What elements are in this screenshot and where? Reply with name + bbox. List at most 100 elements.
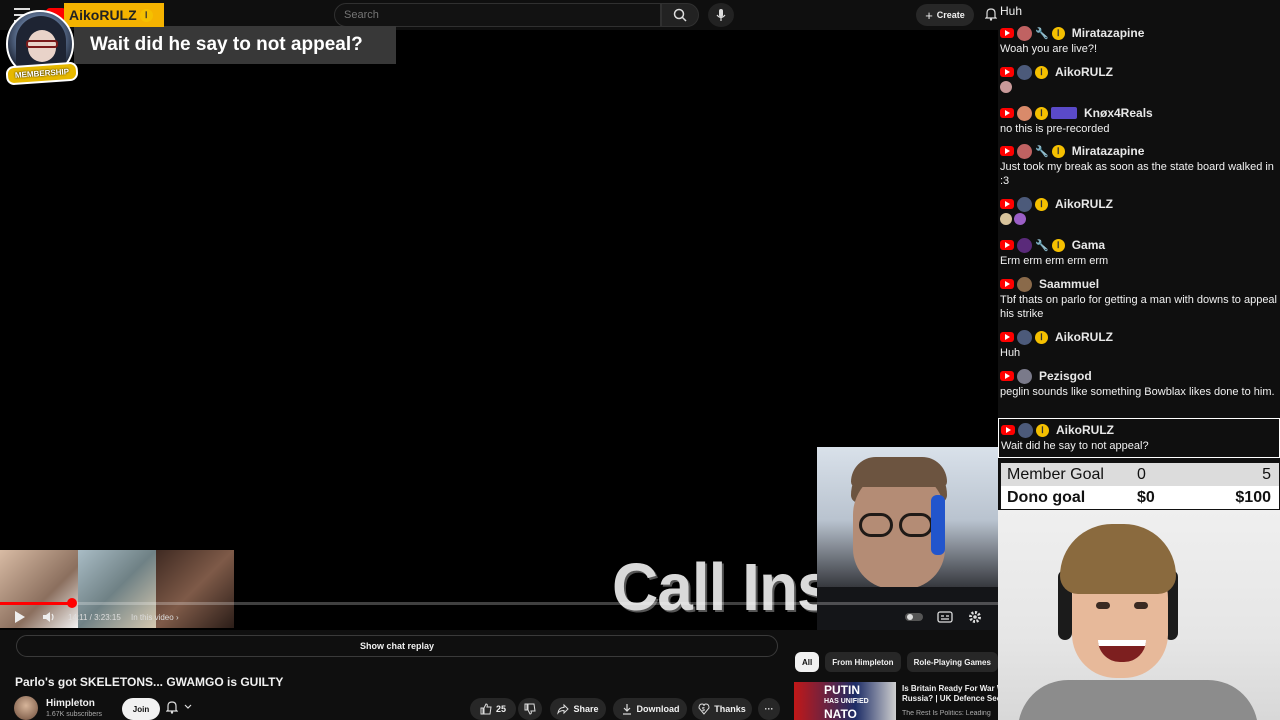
coin-icon: Ⅰ — [1051, 238, 1065, 252]
captions-icon — [937, 611, 953, 623]
miniplayer-button[interactable] — [904, 610, 924, 629]
chip-role-playing-games[interactable]: Role-Playing Games — [906, 652, 998, 672]
member-goal: Member Goal 0 5 — [1001, 463, 1279, 486]
settings-button[interactable] — [968, 610, 982, 629]
chat-author: AikoRULZ — [1056, 423, 1114, 437]
avatar — [1017, 329, 1032, 345]
coin-icon: Ⅰ — [1035, 197, 1048, 211]
notifications-button[interactable] — [984, 7, 998, 26]
coin-icon: Ⅰ — [1035, 330, 1048, 344]
chat-text: peglin sounds like something Bowblax lik… — [1000, 386, 1275, 398]
plus-icon: + — [925, 7, 933, 23]
member-goal-current: 0 — [1137, 466, 1146, 483]
show-chat-replay-button[interactable]: Show chat replay — [16, 635, 778, 657]
coin-icon: Ⅰ — [1035, 106, 1048, 120]
mic-icon — [716, 9, 726, 21]
recommended-title[interactable]: Is Britain Ready For War W Russia? | UK … — [902, 684, 998, 704]
share-button[interactable]: Share — [550, 698, 606, 720]
avatar — [1018, 422, 1033, 438]
chat-text: Woah you are live?! — [1000, 43, 1098, 55]
youtube-icon — [1000, 146, 1014, 156]
avatar — [1017, 105, 1032, 121]
youtube-icon — [1000, 371, 1014, 381]
chat-message: Ⅰ AikoRULZ — [998, 195, 1280, 227]
avatar — [1017, 25, 1032, 41]
dislike-button[interactable] — [518, 698, 542, 720]
play-icon — [15, 611, 25, 623]
chat-text: Wait did he say to not appeal? — [1001, 440, 1149, 452]
like-button[interactable]: 25 — [470, 698, 516, 720]
join-button[interactable]: Join — [122, 698, 160, 720]
avatar — [1017, 64, 1032, 80]
avatar — [1017, 237, 1032, 253]
bell-icon — [166, 701, 178, 714]
coin-icon: Ⅰ — [139, 8, 153, 22]
dono-goal-label: Dono goal — [1007, 489, 1086, 506]
youtube-icon — [1000, 67, 1014, 77]
coin-icon: Ⅰ — [1051, 144, 1065, 158]
member-goal-label: Member Goal — [1007, 466, 1104, 483]
chat-message: 🔧 Ⅰ Miratazapine Just took my break as soo… — [998, 142, 1280, 188]
youtube-icon — [1000, 240, 1014, 250]
reactor-webcam — [998, 510, 1280, 720]
video-player[interactable]: Call Ins 14:11 / 3:23:15 In this video › — [0, 30, 998, 630]
chat-author: Gama — [1071, 238, 1106, 252]
share-label: Share — [573, 704, 599, 714]
youtube-icon — [1000, 108, 1014, 118]
chat-author: AikoRULZ — [1055, 330, 1113, 344]
download-button[interactable]: Download — [613, 698, 687, 720]
thanks-button[interactable]: $ Thanks — [692, 698, 752, 720]
subscriber-count: 1.67K subscribers — [46, 711, 103, 718]
chip-from-himpleton[interactable]: From Himpleton — [825, 652, 901, 672]
chat-partial-message: Huh — [1000, 4, 1023, 18]
chat-author: Miratazapine — [1071, 144, 1145, 158]
chapter-thumbnail[interactable] — [0, 550, 78, 628]
volume-button[interactable] — [42, 610, 56, 629]
chip-all[interactable]: All — [795, 652, 820, 672]
chat-text: no this is pre-recorded — [1000, 123, 1110, 135]
progress-bar[interactable] — [0, 598, 998, 608]
thumbs-down-icon — [524, 703, 536, 715]
recommended-channel[interactable]: The Rest Is Politics: Leading — [902, 710, 998, 717]
recommended-thumbnail[interactable]: PUTIN HAS UNIFIED NATO — [794, 682, 896, 720]
coin-icon: Ⅰ — [1036, 423, 1049, 437]
filter-chips: All From Himpleton Role-Playing Games — [795, 652, 998, 672]
youtube-icon — [1000, 28, 1014, 38]
chat-message: Ⅰ AikoRULZ Huh — [998, 328, 1280, 360]
create-button[interactable]: + Create — [916, 4, 974, 26]
chat-author: Saammuel — [1039, 277, 1100, 291]
time-display: 14:11 / 3:23:15 — [68, 613, 121, 622]
subscribe-bell-button[interactable] — [166, 700, 192, 714]
chat-text: Erm erm erm erm erm — [1000, 255, 1109, 267]
captions-button[interactable] — [937, 610, 953, 629]
voice-search-button[interactable] — [708, 3, 734, 27]
youtube-icon — [1001, 425, 1015, 435]
chat-emoji — [998, 213, 1280, 227]
channel-avatar[interactable] — [14, 696, 38, 720]
wrench-icon: 🔧 — [1035, 239, 1049, 252]
chevron-right-icon: › — [175, 613, 179, 622]
youtube-icon — [1000, 199, 1014, 209]
thumbs-up-icon — [480, 703, 492, 715]
avatar — [1017, 196, 1032, 212]
search-box[interactable] — [334, 3, 661, 27]
progress-fill — [0, 602, 73, 605]
avatar — [1017, 368, 1032, 384]
youtube-icon — [1000, 332, 1014, 342]
chat-message: 🔧 Ⅰ Miratazapine Woah you are live?! — [998, 24, 1280, 56]
share-icon — [557, 703, 570, 715]
chapter-link[interactable]: In this video › — [131, 613, 179, 622]
download-icon — [622, 704, 631, 715]
more-actions-button[interactable]: ··· — [758, 698, 780, 720]
chat-message-highlighted[interactable]: Ⅰ AikoRULZ Wait did he say to not appeal? — [998, 418, 1280, 458]
play-button[interactable] — [14, 610, 26, 629]
download-label: Download — [636, 704, 680, 714]
search-input[interactable] — [335, 4, 660, 26]
chat-author: Knøx4Reals — [1084, 106, 1153, 120]
chat-message: Pezisgod peglin sounds like something Bo… — [998, 367, 1280, 399]
highlighted-message: Wait did he say to not appeal? — [74, 26, 396, 64]
channel-name[interactable]: Himpleton — [46, 698, 95, 709]
call-ins-overlay: Call Ins — [612, 549, 833, 625]
search-button[interactable] — [661, 3, 699, 27]
avatar — [1017, 276, 1032, 292]
